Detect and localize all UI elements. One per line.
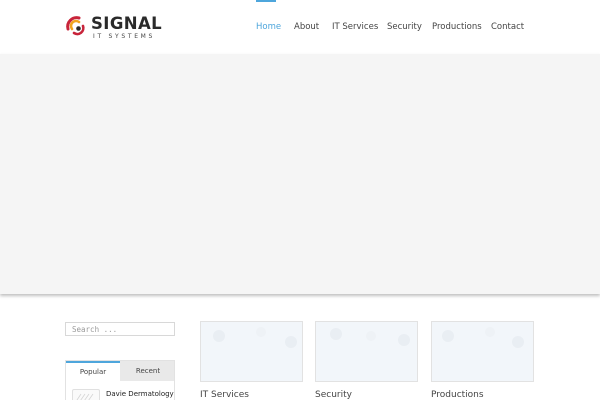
service-title-it-services[interactable]: IT Services	[200, 390, 249, 400]
site-header: SIGNAL IT SYSTEMS Home About IT Services…	[0, 0, 600, 54]
tab-popular[interactable]: Popular	[66, 361, 120, 381]
active-nav-indicator	[256, 0, 276, 2]
tab-recent[interactable]: Recent	[120, 361, 174, 381]
posts-tab-widget: Popular Recent Davie Dermatology	[65, 360, 175, 400]
service-card-image[interactable]	[315, 321, 418, 382]
nav-item-it-services[interactable]: IT Services	[332, 22, 378, 32]
nav-item-security[interactable]: Security	[387, 22, 422, 32]
search-input[interactable]: Search ...	[65, 322, 175, 336]
service-card-image[interactable]	[200, 321, 303, 382]
hero-slider[interactable]	[0, 54, 600, 294]
nav-item-contact[interactable]: Contact	[491, 22, 524, 32]
post-thumbnail[interactable]	[72, 389, 100, 400]
service-title-security[interactable]: Security	[315, 390, 352, 400]
nav-item-home[interactable]: Home	[256, 22, 281, 32]
service-title-productions[interactable]: Productions	[431, 390, 484, 400]
main-navigation: Home About IT Services Security Producti…	[0, 0, 600, 54]
nav-item-productions[interactable]: Productions	[432, 22, 482, 32]
post-title-link[interactable]: Davie Dermatology	[106, 390, 174, 398]
service-card-image[interactable]	[431, 321, 534, 382]
nav-item-about[interactable]: About	[294, 22, 319, 32]
